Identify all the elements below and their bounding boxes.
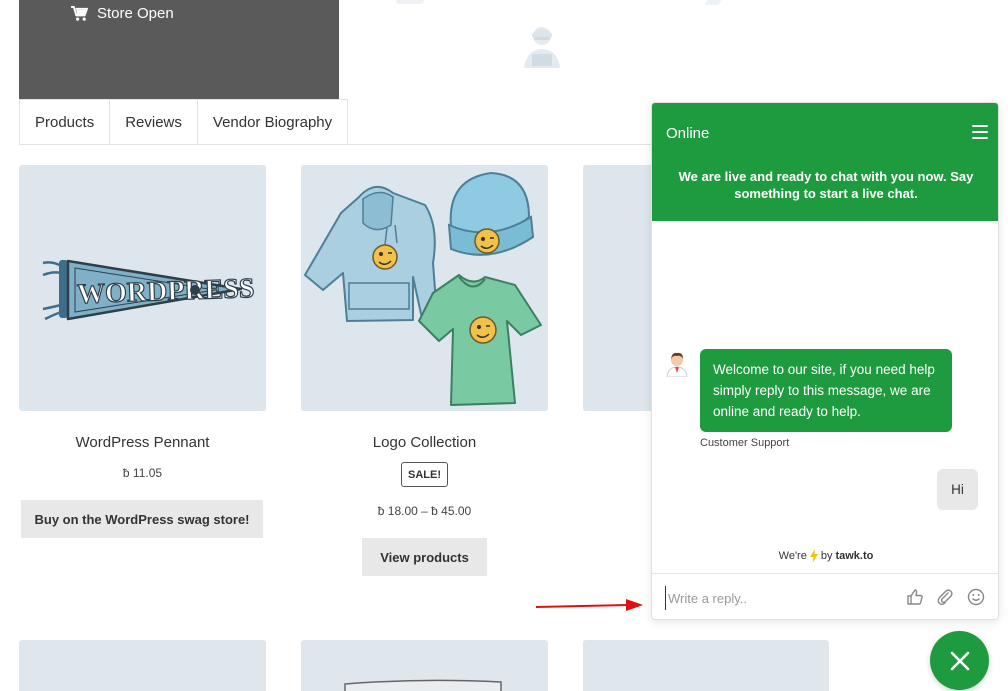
lightning-icon (809, 549, 818, 563)
buy-swag-store-button[interactable]: Buy on the WordPress swag store! (21, 500, 263, 538)
menu-icon[interactable] (972, 125, 988, 139)
sale-badge: SALE! (401, 462, 448, 487)
store-tabs: Products Reviews Vendor Biography (19, 99, 349, 145)
agent-message: Welcome to our site, if you need help si… (700, 349, 952, 432)
agent-name: Customer Support (700, 437, 790, 449)
arrow-icon (536, 599, 643, 611)
tab-reviews[interactable]: Reviews (110, 99, 198, 145)
header-decoration (704, 0, 722, 5)
reply-input[interactable] (665, 586, 890, 610)
attach-icon[interactable] (936, 588, 954, 606)
close-icon (950, 651, 969, 670)
chat-close-button[interactable] (930, 631, 989, 690)
store-status: Store Open (71, 5, 174, 22)
header-decoration (396, 0, 424, 4)
logo-collection-illustration (304, 171, 542, 406)
powered-by[interactable]: We're by tawk.to (652, 549, 998, 563)
product-image[interactable] (301, 640, 548, 691)
product-image[interactable] (19, 640, 266, 691)
tab-products[interactable]: Products (19, 99, 111, 145)
product-image-logo-collection[interactable] (301, 165, 548, 411)
chat-status: Online (666, 125, 710, 142)
tab-vendor-biography[interactable]: Vendor Biography (197, 99, 349, 145)
product-name[interactable]: WordPress Pennant (19, 434, 266, 451)
chat-header: Online We are live and ready to chat wit… (652, 103, 998, 221)
user-message: Hi (937, 469, 978, 510)
product-image-wordpress-pennant[interactable]: WORDPRESS (19, 165, 266, 411)
store-status-label: Store Open (97, 5, 174, 22)
agent-avatar-icon (666, 352, 688, 377)
cart-icon (71, 6, 88, 21)
powered-brand[interactable]: tawk.to (835, 550, 873, 562)
powered-prefix: We're (778, 550, 807, 562)
reply-bar (652, 573, 998, 619)
pennant-text: WORDPRESS (77, 273, 255, 310)
product-price: ƀ 11.05 (122, 466, 163, 480)
view-products-button[interactable]: View products (362, 538, 487, 576)
emoji-icon[interactable] (967, 588, 985, 606)
thumbs-up-icon[interactable] (906, 588, 924, 606)
chat-widget: Online We are live and ready to chat wit… (651, 102, 999, 620)
product-illustration (344, 679, 502, 691)
product-image[interactable] (583, 640, 829, 691)
chat-subtitle: We are live and ready to chat with you n… (678, 169, 974, 201)
store-banner: Store Open (19, 0, 339, 99)
product-price: ƀ 18.00 – ƀ 45.00 (377, 504, 472, 518)
pennant-illustration: WORDPRESS (42, 259, 256, 321)
vendor-avatar-icon (524, 27, 560, 68)
powered-by-word: by (820, 550, 833, 562)
product-name[interactable]: Logo Collection (301, 434, 548, 451)
